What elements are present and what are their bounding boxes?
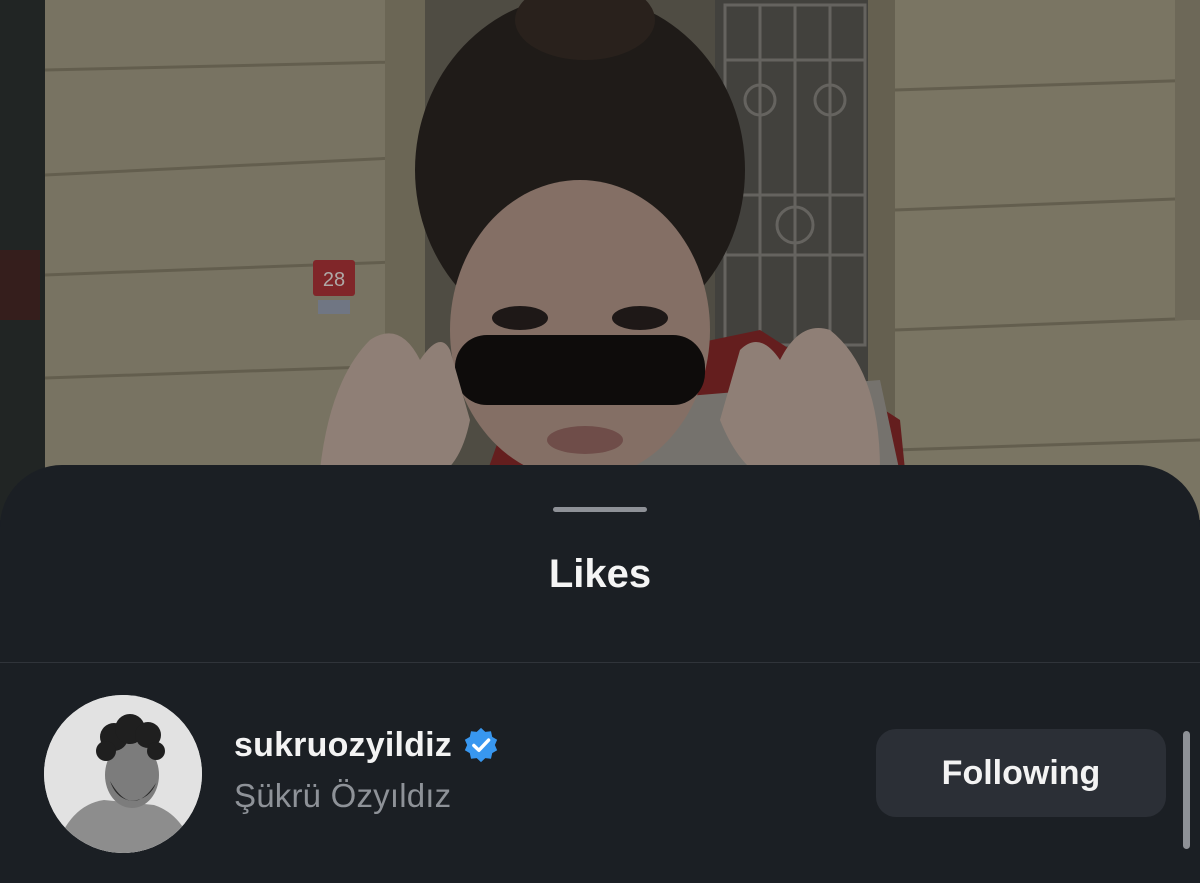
screen: 28 Likes sukruozyildiz Şükrü Özyıldız Fo… bbox=[0, 0, 1200, 883]
post-photo: 28 bbox=[0, 0, 1200, 520]
scrollbar[interactable] bbox=[1183, 731, 1190, 849]
username[interactable]: sukruozyildiz bbox=[234, 726, 452, 765]
verified-badge-icon bbox=[462, 726, 500, 764]
user-text: sukruozyildiz Şükrü Özyıldız bbox=[234, 723, 500, 815]
username-line: sukruozyildiz bbox=[234, 723, 500, 767]
dim-overlay bbox=[0, 0, 1200, 520]
sheet-title: Likes bbox=[548, 552, 652, 596]
avatar[interactable] bbox=[44, 695, 202, 853]
full-name: Şükrü Özyıldız bbox=[234, 777, 452, 814]
following-button[interactable]: Following bbox=[876, 729, 1166, 817]
list-item[interactable]: sukruozyildiz Şükrü Özyıldız Following bbox=[0, 663, 1200, 883]
likes-sheet: Likes sukruozyildiz Şükrü Özyıldız Follo… bbox=[0, 465, 1200, 883]
sheet-grabber[interactable] bbox=[553, 507, 647, 512]
